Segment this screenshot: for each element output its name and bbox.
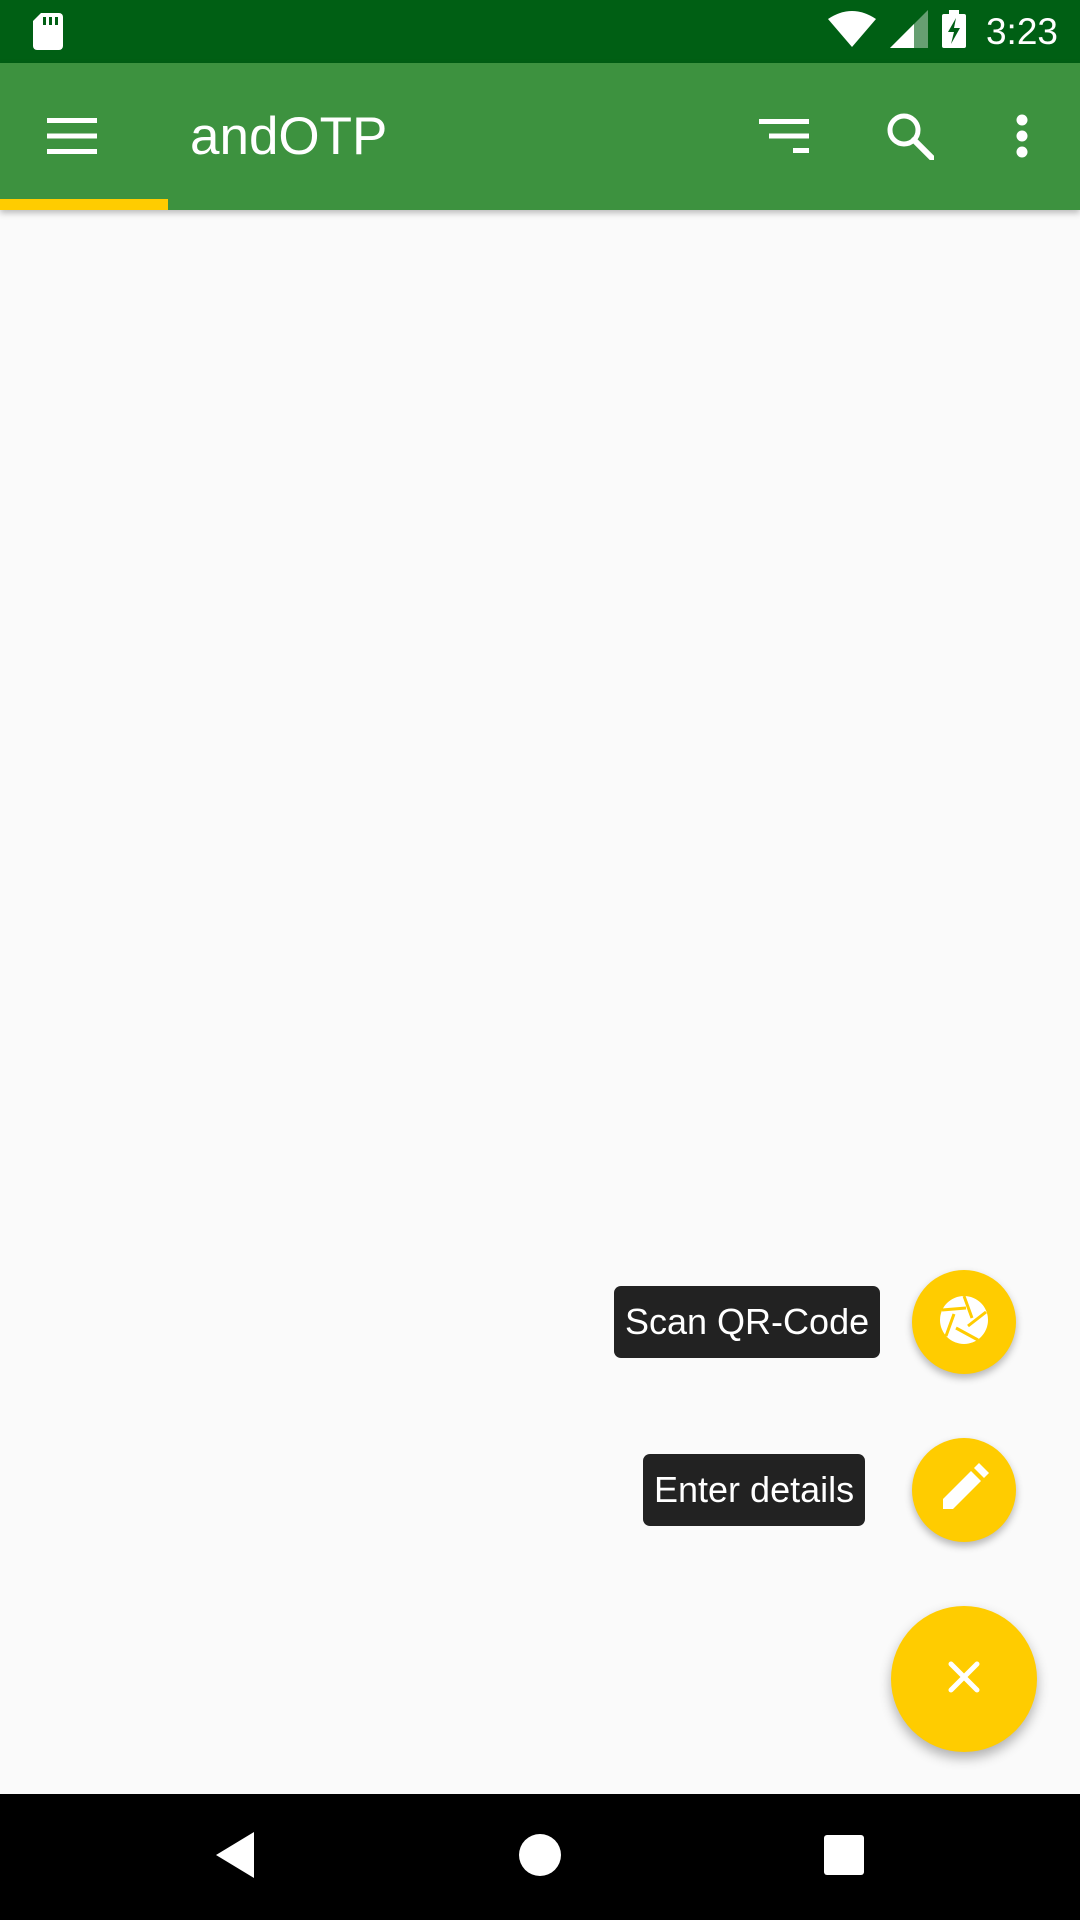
- sort-button[interactable]: [734, 88, 834, 188]
- content-area: [0, 210, 1080, 1794]
- navigation-bar: [0, 1794, 1080, 1920]
- sort-icon: [759, 118, 809, 158]
- recents-button[interactable]: [794, 1807, 894, 1907]
- more-options-button[interactable]: [972, 88, 1072, 188]
- recents-icon: [824, 1834, 864, 1880]
- scan-qr-label[interactable]: Scan QR-Code: [614, 1286, 881, 1358]
- app-bar: andOTP: [0, 63, 1080, 210]
- status-bar: 3:23: [0, 0, 1080, 63]
- tab-indicator: [0, 199, 168, 210]
- menu-icon: [47, 117, 97, 159]
- search-button[interactable]: [860, 88, 960, 188]
- enter-details-button[interactable]: [912, 1438, 1016, 1542]
- search-icon: [886, 112, 935, 165]
- close-icon: [948, 1661, 980, 1698]
- menu-button[interactable]: [22, 88, 122, 188]
- screen: 3:23 andOTP Scan QR-Code Enter details: [0, 0, 1080, 1920]
- battery-charging-icon: [941, 10, 966, 53]
- more-vert-icon: [1016, 114, 1028, 163]
- home-button[interactable]: [490, 1807, 590, 1907]
- clock: 3:23: [985, 10, 1058, 52]
- back-button[interactable]: [186, 1807, 286, 1907]
- camera-shutter-icon: [938, 1294, 990, 1351]
- app-title: andOTP: [190, 107, 388, 166]
- enter-details-label[interactable]: Enter details: [643, 1454, 866, 1526]
- wifi-icon: [827, 11, 876, 52]
- cell-signal-icon: [889, 10, 928, 53]
- scan-qr-button[interactable]: [912, 1270, 1016, 1374]
- back-icon: [216, 1831, 256, 1883]
- status-icons: 3:23: [827, 0, 1058, 63]
- home-icon: [518, 1833, 562, 1882]
- close-fab-button[interactable]: [891, 1606, 1037, 1752]
- sd-card-icon: [33, 13, 63, 55]
- pencil-icon: [939, 1462, 989, 1518]
